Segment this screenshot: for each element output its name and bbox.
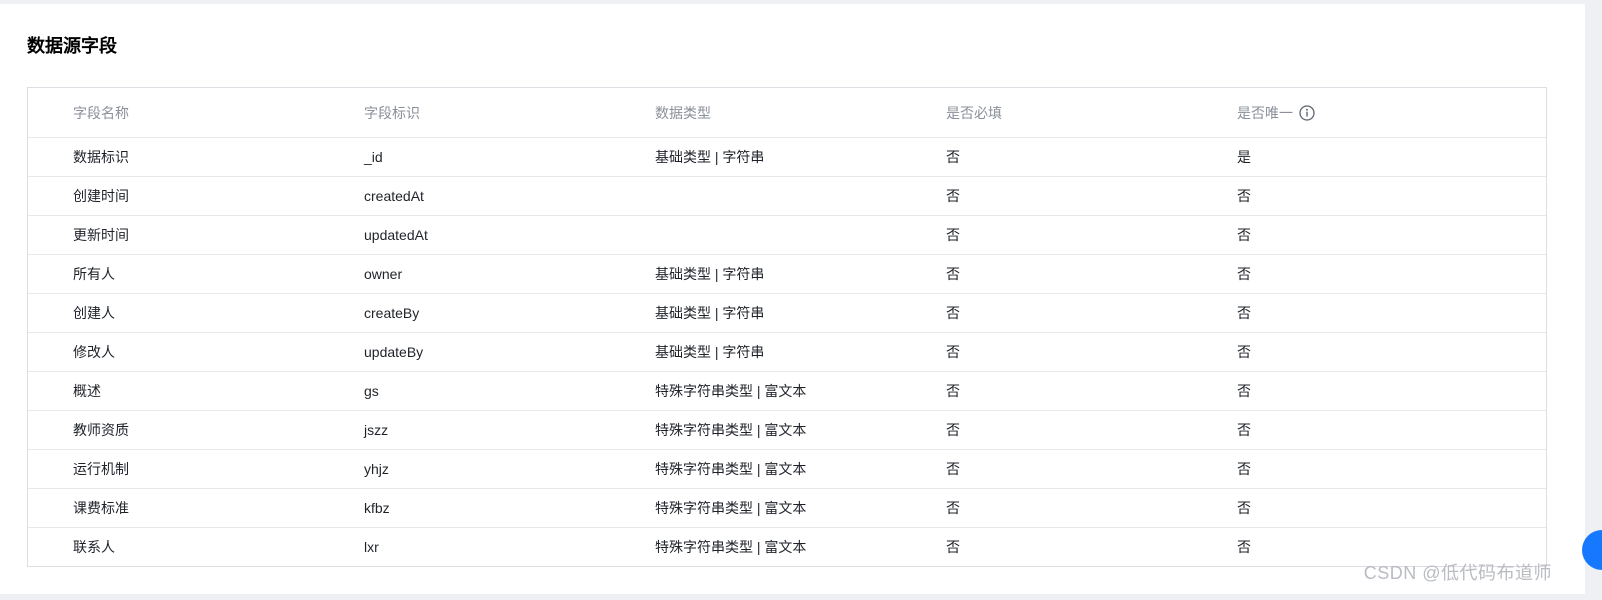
cell-data-type: 特殊字符串类型 | 富文本 bbox=[655, 383, 807, 399]
cell-data-type: 基础类型 | 字符串 bbox=[655, 305, 765, 321]
cell-unique: 否 bbox=[1237, 227, 1251, 243]
table-header-row: 字段名称 字段标识 数据类型 是否必填 是否唯一 bbox=[28, 88, 1546, 137]
cell-required: 否 bbox=[946, 422, 960, 438]
cell-field-name: 联系人 bbox=[73, 539, 115, 555]
cell-field-name: 课费标准 bbox=[73, 500, 129, 516]
header-unique-label: 是否唯一 bbox=[1237, 104, 1293, 121]
cell-data-type: 特殊字符串类型 | 富文本 bbox=[655, 422, 807, 438]
table-row: 数据标识 _id 基础类型 | 字符串 否 是 bbox=[28, 137, 1546, 176]
cell-field-id: updateBy bbox=[364, 344, 424, 360]
fields-table: 字段名称 字段标识 数据类型 是否必填 是否唯一 数据标识 _id 基础类型 | 字… bbox=[27, 87, 1547, 567]
header-unique: 是否唯一 bbox=[1192, 103, 1546, 123]
cell-unique: 否 bbox=[1237, 305, 1251, 321]
table-row: 所有人 owner 基础类型 | 字符串 否 否 bbox=[28, 254, 1546, 293]
cell-field-id: kfbz bbox=[364, 500, 390, 516]
table-row: 教师资质 jszz 特殊字符串类型 | 富文本 否 否 bbox=[28, 410, 1546, 449]
header-required: 是否必填 bbox=[946, 104, 1002, 121]
info-circle-icon[interactable] bbox=[1299, 104, 1315, 121]
data-source-fields-card: 数据源字段 字段名称 字段标识 数据类型 是否必填 是否唯一 数据标识 _id 基础… bbox=[0, 4, 1585, 594]
table-row: 概述 gs 特殊字符串类型 | 富文本 否 否 bbox=[28, 371, 1546, 410]
cell-field-name: 所有人 bbox=[73, 266, 115, 282]
cell-field-name: 教师资质 bbox=[73, 422, 129, 438]
cell-field-id: yhjz bbox=[364, 461, 389, 477]
cell-field-name: 创建人 bbox=[73, 305, 115, 321]
cell-required: 否 bbox=[946, 305, 960, 321]
cell-data-type: 特殊字符串类型 | 富文本 bbox=[655, 500, 807, 516]
header-data-type: 数据类型 bbox=[655, 104, 711, 121]
cell-required: 否 bbox=[946, 383, 960, 399]
cell-data-type: 基础类型 | 字符串 bbox=[655, 149, 765, 165]
cell-field-id: owner bbox=[364, 266, 403, 282]
cell-unique: 否 bbox=[1237, 500, 1251, 516]
cell-unique: 否 bbox=[1237, 266, 1251, 282]
cell-data-type: 基础类型 | 字符串 bbox=[655, 266, 765, 282]
table-row: 课费标准 kfbz 特殊字符串类型 | 富文本 否 否 bbox=[28, 488, 1546, 527]
cell-unique: 否 bbox=[1237, 461, 1251, 477]
cell-field-name: 运行机制 bbox=[73, 461, 129, 477]
cell-required: 否 bbox=[946, 539, 960, 555]
cell-unique: 否 bbox=[1237, 188, 1251, 204]
cell-field-name: 创建时间 bbox=[73, 188, 129, 204]
cell-field-name: 更新时间 bbox=[73, 227, 129, 243]
cell-data-type: 基础类型 | 字符串 bbox=[655, 344, 765, 360]
cell-unique: 否 bbox=[1237, 422, 1251, 438]
cell-data-type: 特殊字符串类型 | 富文本 bbox=[655, 539, 807, 555]
cell-field-id: updatedAt bbox=[364, 227, 428, 243]
header-field-id: 字段标识 bbox=[364, 104, 420, 121]
cell-unique: 否 bbox=[1237, 383, 1251, 399]
cell-required: 否 bbox=[946, 500, 960, 516]
cell-field-id: lxr bbox=[364, 539, 379, 555]
table-row: 更新时间 updatedAt 否 否 bbox=[28, 215, 1546, 254]
cell-required: 否 bbox=[946, 461, 960, 477]
cell-field-name: 数据标识 bbox=[73, 149, 129, 165]
table-row: 修改人 updateBy 基础类型 | 字符串 否 否 bbox=[28, 332, 1546, 371]
table-row: 运行机制 yhjz 特殊字符串类型 | 富文本 否 否 bbox=[28, 449, 1546, 488]
cell-field-id: createdAt bbox=[364, 188, 424, 204]
table-row: 创建时间 createdAt 否 否 bbox=[28, 176, 1546, 215]
cell-field-id: jszz bbox=[364, 422, 389, 438]
header-field-name: 字段名称 bbox=[73, 104, 129, 121]
cell-data-type: 特殊字符串类型 | 富文本 bbox=[655, 461, 807, 477]
floating-action-button[interactable] bbox=[1582, 530, 1602, 570]
cell-unique: 否 bbox=[1237, 344, 1251, 360]
watermark: CSDN @低代码布道师 bbox=[1363, 563, 1552, 583]
cell-unique: 否 bbox=[1237, 539, 1251, 555]
cell-unique: 是 bbox=[1237, 149, 1251, 165]
cell-required: 否 bbox=[946, 149, 960, 165]
cell-required: 否 bbox=[946, 344, 960, 360]
cell-field-name: 修改人 bbox=[73, 344, 115, 360]
table-row: 创建人 createBy 基础类型 | 字符串 否 否 bbox=[28, 293, 1546, 332]
table-row: 联系人 lxr 特殊字符串类型 | 富文本 否 否 bbox=[28, 527, 1546, 566]
section-title: 数据源字段 bbox=[27, 36, 117, 56]
cell-required: 否 bbox=[946, 266, 960, 282]
cell-field-id: createBy bbox=[364, 305, 420, 321]
cell-field-id: _id bbox=[364, 149, 383, 165]
cell-field-name: 概述 bbox=[73, 383, 101, 399]
cell-required: 否 bbox=[946, 227, 960, 243]
cell-required: 否 bbox=[946, 188, 960, 204]
table-body: 数据标识 _id 基础类型 | 字符串否是创建时间 createdAt 否否更新时间 up… bbox=[28, 137, 1546, 566]
cell-field-id: gs bbox=[364, 383, 379, 399]
